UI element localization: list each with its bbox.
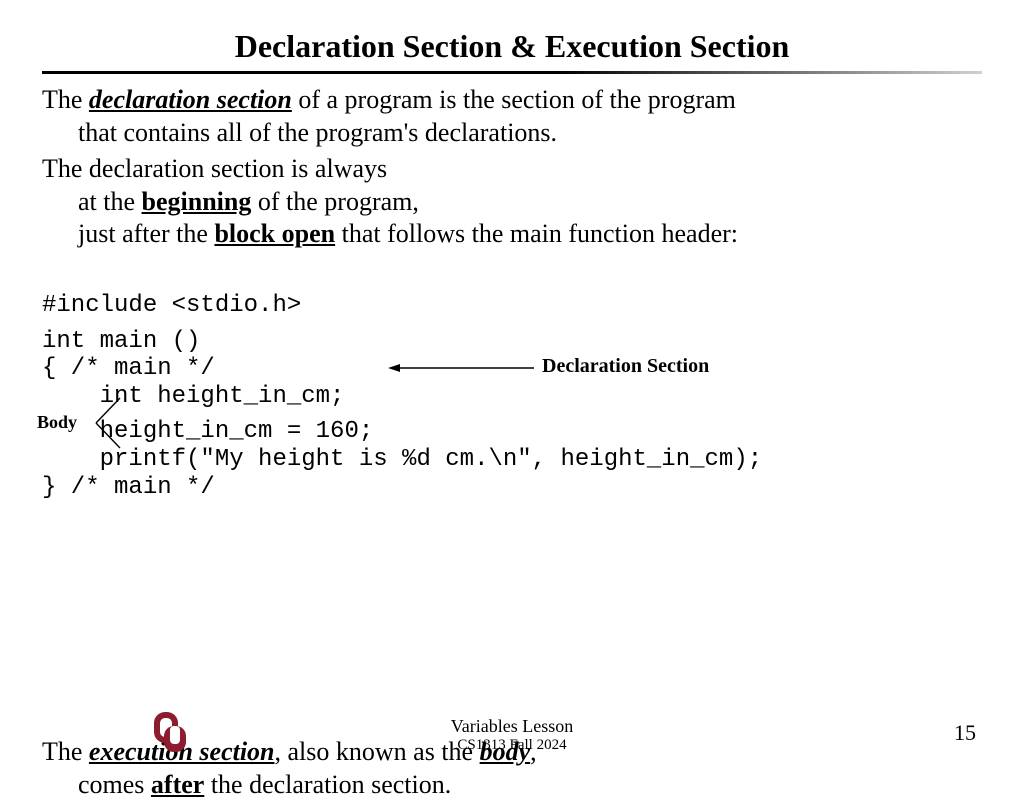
page-number: 15 — [954, 720, 976, 746]
code-line: printf("My height is %d cm.\n", height_i… — [42, 446, 982, 474]
footer-lesson: Variables Lesson — [451, 716, 573, 737]
term-beginning: beginning — [142, 187, 252, 216]
footer-course: CS1313 Fall 2024 — [451, 737, 573, 754]
text: The declaration section is always — [42, 154, 387, 183]
paragraph-2: The declaration section is always at the… — [42, 153, 982, 251]
title-divider — [42, 71, 982, 74]
text: comes — [78, 770, 151, 799]
arrow-left-icon — [388, 364, 534, 372]
code-block: #include <stdio.h>int main (){ /* main *… — [42, 265, 982, 723]
term-block-open: block open — [214, 219, 335, 248]
text: just after the — [78, 219, 214, 248]
code-line: #include <stdio.h> — [42, 292, 982, 320]
brace-icon — [92, 394, 124, 452]
text: The — [42, 85, 89, 114]
text: that contains all of the program's decla… — [42, 117, 982, 150]
slide-title: Declaration Section & Execution Section — [42, 28, 982, 65]
text: of the program, — [251, 187, 419, 216]
text: of a program is the section of the progr… — [292, 85, 736, 114]
term-after: after — [151, 770, 204, 799]
code-line: int main () — [42, 328, 982, 356]
text: at the — [78, 187, 142, 216]
paragraph-1: The declaration section of a program is … — [42, 84, 982, 149]
text: that follows the main function header: — [335, 219, 738, 248]
code-line: } /* main */ — [42, 474, 982, 502]
footer: Variables Lesson CS1313 Fall 2024 — [0, 716, 1024, 754]
term-declaration-section: declaration section — [89, 85, 292, 114]
declaration-section-label: Declaration Section — [542, 355, 709, 378]
body-label: Body — [37, 412, 77, 433]
text: the declaration section. — [204, 770, 451, 799]
code-line: int height_in_cm; — [42, 383, 982, 411]
code-line: height_in_cm = 160; — [42, 418, 982, 446]
